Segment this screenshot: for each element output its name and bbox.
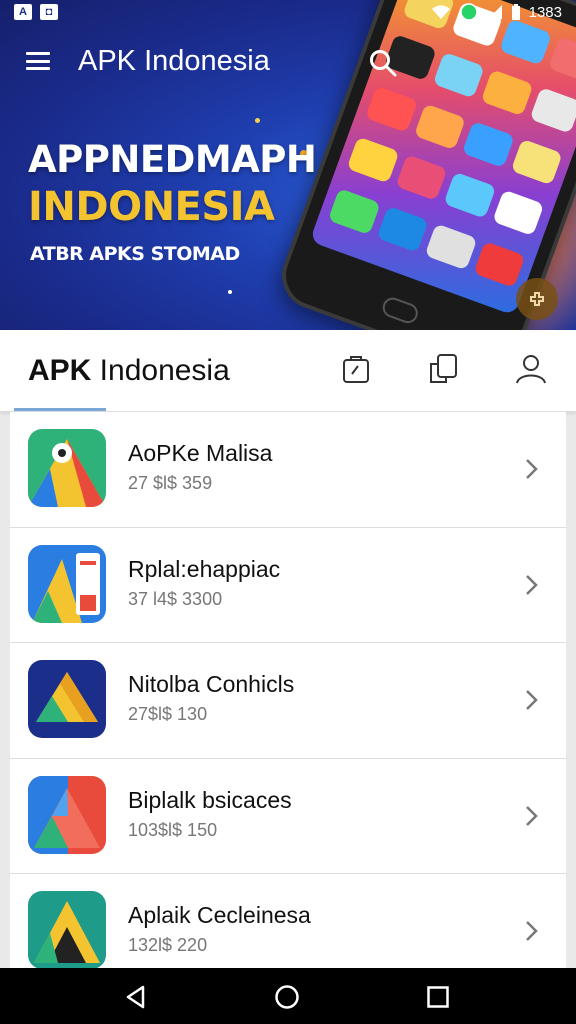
phone-app-icon <box>376 205 429 253</box>
banner-subtitle: INDONESIA <box>28 184 275 230</box>
section-header: APK Indonesia <box>0 330 576 412</box>
home-icon[interactable] <box>274 984 300 1010</box>
phone-app-icon <box>413 103 467 150</box>
phone-app-icon <box>327 187 381 235</box>
app-logo-icon <box>28 891 106 968</box>
section-title-bold: APK <box>28 354 92 387</box>
back-icon[interactable] <box>123 984 149 1010</box>
phone-app-icon <box>491 189 545 237</box>
app-list-item[interactable]: Nitolba Conhicls 27$l$ 130 <box>10 643 566 759</box>
app-list-item[interactable]: AoPKe Malisa 27 $l$ 359 <box>10 412 566 528</box>
section-title[interactable]: APK Indonesia <box>28 354 230 388</box>
status-time: 1383 <box>528 3 562 21</box>
app-list-item[interactable]: Aplaik Cecleinesa 132l$ 220 <box>10 874 566 968</box>
chevron-right-icon <box>526 574 538 595</box>
app-meta: 132l$ 220 <box>128 935 208 955</box>
share-button[interactable] <box>516 278 558 320</box>
app-meta: 27$l$ 130 <box>128 704 208 724</box>
app-meta: 103$l$ 150 <box>128 819 218 840</box>
app-meta: 27 $l$ 359 <box>128 473 213 493</box>
menu-line <box>26 67 50 70</box>
notification-app-icon: ◘ <box>40 4 58 20</box>
share-icon <box>530 292 544 306</box>
hamburger-menu-icon[interactable] <box>26 52 50 70</box>
copy-icon[interactable] <box>426 352 460 386</box>
section-title-rest: Indonesia <box>91 354 230 387</box>
app-name: Aplaik Cecleinesa <box>128 902 311 928</box>
phone-home-button <box>379 294 421 326</box>
wifi-icon <box>431 5 450 19</box>
app-name: AoPKe Malisa <box>128 440 273 466</box>
app-logo-icon <box>28 660 106 738</box>
status-bar: A ◘ 1383 <box>0 0 576 24</box>
menu-line <box>26 52 50 55</box>
app-logo-icon <box>28 544 106 623</box>
app-name: Rplal:ehappiac <box>128 555 281 582</box>
banner-sparkle <box>255 118 260 123</box>
app-logo-icon <box>28 775 106 854</box>
app-name: Nitolba Conhicls <box>128 671 295 697</box>
app-title: APK Indonesia <box>78 45 270 77</box>
signal-icon <box>487 5 502 19</box>
phone-app-icon <box>473 240 526 288</box>
phone-app-icon <box>424 223 478 270</box>
app-meta: 37 l4$ 3300 <box>128 588 223 609</box>
battery-icon <box>511 3 520 20</box>
notification-app-icon: A <box>14 4 32 20</box>
banner-sparkle <box>228 290 232 294</box>
clipboard-icon[interactable] <box>340 352 374 386</box>
recents-icon[interactable] <box>425 984 451 1010</box>
menu-line <box>26 59 50 63</box>
app-logo-icon <box>28 429 106 507</box>
app-name: Biplalk bsicaces <box>128 786 292 813</box>
whatsapp-icon <box>459 3 478 21</box>
app-list-item[interactable]: Rplal:ehappiac 37 l4$ 3300 <box>10 528 566 643</box>
top-app-bar: APK Indonesia <box>0 28 576 96</box>
banner-tagline: ATBR APKS STOMAD <box>30 243 240 265</box>
app-list-item[interactable]: Biplalk bsicaces 103$l$ 150 <box>10 759 566 874</box>
banner-title: APPNEDMAPH <box>28 138 317 181</box>
chevron-right-icon <box>526 805 538 826</box>
profile-icon[interactable] <box>514 352 548 386</box>
chevron-right-icon <box>526 690 538 710</box>
chevron-right-icon <box>526 921 538 941</box>
phone-app-icon <box>510 138 563 186</box>
chevron-right-icon <box>526 459 538 479</box>
phone-app-icon <box>443 171 496 219</box>
phone-app-icon <box>394 154 448 202</box>
phone-app-icon <box>346 136 400 184</box>
phone-app-icon <box>461 120 515 168</box>
app-list: AoPKe Malisa 27 $l$ 359 Rplal:ehappiac 3… <box>10 412 566 968</box>
system-nav-bar <box>0 968 576 1024</box>
active-tab-indicator <box>14 408 106 411</box>
search-icon[interactable] <box>368 48 398 78</box>
